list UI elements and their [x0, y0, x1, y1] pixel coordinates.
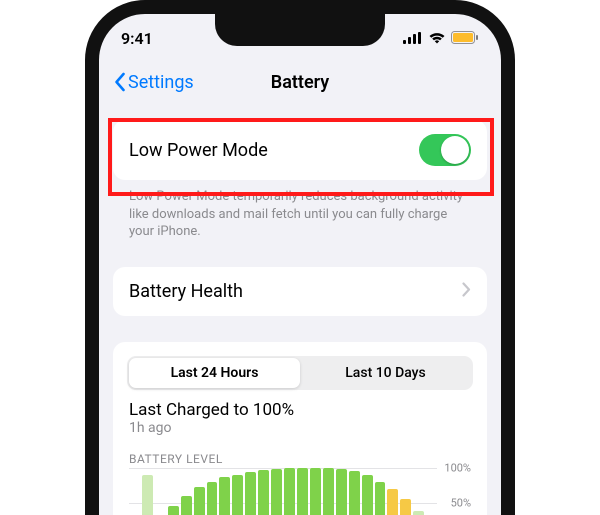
notch	[215, 14, 385, 46]
time-range-segmented[interactable]: Last 24 Hours Last 10 Days	[127, 356, 473, 390]
cellular-icon	[403, 29, 423, 48]
bar	[310, 468, 321, 515]
bar	[168, 506, 179, 515]
tab-last-10-days[interactable]: Last 10 Days	[300, 358, 471, 388]
bar	[142, 475, 153, 515]
battery-level-chart: 100% 50%	[129, 468, 471, 515]
bar	[413, 511, 424, 515]
status-time: 9:41	[121, 29, 153, 48]
nav-bar: Settings Battery	[99, 62, 501, 102]
low-power-mode-label: Low Power Mode	[129, 140, 268, 161]
bar	[349, 471, 360, 515]
bar	[387, 489, 398, 515]
battery-health-label: Battery Health	[129, 281, 243, 302]
bar	[232, 475, 243, 515]
phone-frame: 9:41 Settings Battery	[85, 0, 515, 515]
bar	[181, 496, 192, 515]
low-power-mode-toggle[interactable]	[419, 134, 471, 166]
battery-level-label: BATTERY LEVEL	[113, 446, 487, 468]
bar	[323, 468, 334, 515]
low-power-mode-row[interactable]: Low Power Mode	[113, 120, 487, 180]
battery-health-card: Battery Health	[113, 267, 487, 316]
bar	[375, 482, 386, 515]
bar	[207, 482, 218, 515]
toggle-knob	[441, 136, 469, 164]
bar	[336, 469, 347, 515]
bar	[245, 472, 256, 515]
back-button[interactable]: Settings	[113, 72, 194, 93]
bar	[400, 499, 411, 515]
y-tick-50: 50%	[451, 496, 471, 509]
bar	[271, 469, 282, 515]
bar	[258, 470, 269, 515]
last-charged-subtitle: 1h ago	[113, 420, 487, 446]
tab-last-24-hours[interactable]: Last 24 Hours	[129, 358, 300, 388]
low-power-mode-description: Low Power Mode temporarily reduces backg…	[113, 180, 487, 241]
back-label: Settings	[128, 72, 194, 93]
bar	[297, 468, 308, 515]
battery-icon	[451, 29, 479, 48]
bar	[284, 468, 295, 515]
bar	[362, 475, 373, 515]
bar	[219, 477, 230, 515]
bar	[194, 487, 205, 515]
chevron-right-icon	[462, 281, 471, 302]
usage-card: Last 24 Hours Last 10 Days Last Charged …	[113, 342, 487, 515]
y-tick-100: 100%	[444, 461, 471, 474]
wifi-icon	[428, 29, 446, 48]
chevron-left-icon	[113, 72, 126, 92]
last-charged-title: Last Charged to 100%	[113, 400, 487, 420]
low-power-mode-card: Low Power Mode	[113, 120, 487, 180]
battery-health-row[interactable]: Battery Health	[113, 267, 487, 316]
page-title: Battery	[271, 72, 329, 93]
